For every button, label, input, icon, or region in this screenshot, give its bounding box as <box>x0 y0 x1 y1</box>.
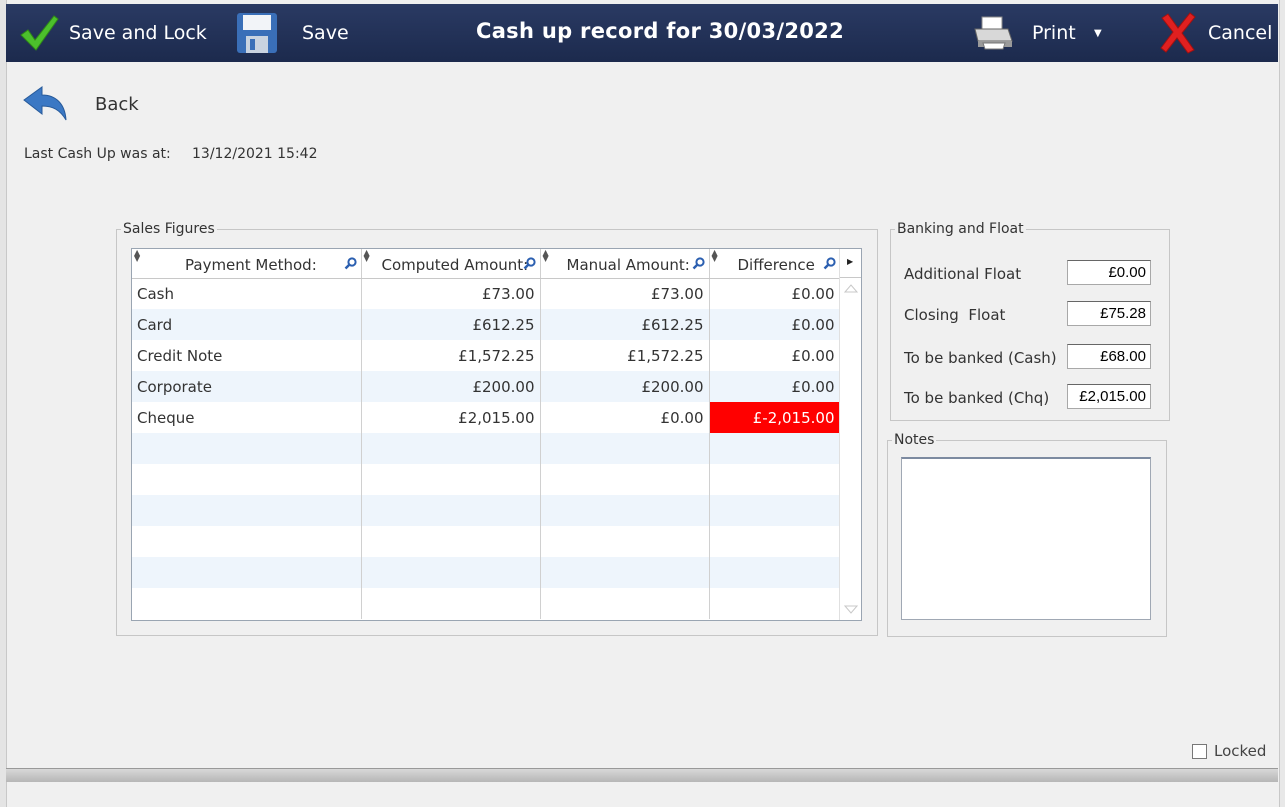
print-dropdown-button[interactable]: ▼ <box>1094 4 1102 62</box>
sales-header-row: ▲ ▼ Payment Method: ▲ ▼ Computed Amount: ▲… <box>132 249 841 279</box>
floppy-disk-icon <box>237 13 277 53</box>
difference-cell[interactable]: £0.00 <box>709 371 841 402</box>
table-row-empty[interactable] <box>132 433 841 464</box>
save-and-lock-button[interactable]: Save and Lock <box>18 4 207 62</box>
table-row-empty[interactable] <box>132 526 841 557</box>
save-and-lock-label: Save and Lock <box>69 22 207 44</box>
closing-float-field[interactable] <box>1067 301 1151 326</box>
background-window-right-edge <box>1279 0 1285 807</box>
table-row[interactable]: Corporate £200.00 £200.00 £0.00 <box>132 371 841 402</box>
chevron-right-icon: ▶ <box>847 257 854 266</box>
scroll-down-icon[interactable] <box>844 605 858 614</box>
sort-icon[interactable]: ▲ ▼ <box>543 249 549 263</box>
table-row-empty[interactable] <box>132 464 841 495</box>
manual-amount-cell[interactable]: £0.00 <box>540 402 710 433</box>
locked-checkbox[interactable]: Locked <box>1192 742 1266 760</box>
payment-method-cell[interactable]: Card <box>132 309 362 340</box>
table-row-empty[interactable] <box>132 557 841 588</box>
payment-method-cell[interactable]: Cash <box>132 278 362 309</box>
manual-amount-cell[interactable]: £1,572.25 <box>540 340 710 371</box>
sort-icon[interactable]: ▲ ▼ <box>364 249 370 263</box>
sales-grid[interactable]: ▲ ▼ Payment Method: ▲ ▼ Computed Amount: ▲… <box>131 248 862 621</box>
payment-method-cell[interactable]: Credit Note <box>132 340 362 371</box>
column-header-payment-method[interactable]: ▲ ▼ Payment Method: <box>132 249 362 279</box>
payment-method-cell[interactable]: Cheque <box>132 402 362 433</box>
notes-legend: Notes <box>894 432 935 448</box>
table-row[interactable]: Card £612.25 £612.25 £0.00 <box>132 309 841 340</box>
back-arrow-icon[interactable] <box>22 86 68 122</box>
bottom-splitter <box>6 768 1278 782</box>
banked-cheque-label: To be banked (Chq) <box>904 389 1050 407</box>
table-row[interactable]: Credit Note £1,572.25 £1,572.25 £0.00 <box>132 340 841 371</box>
difference-cell-highlighted[interactable]: £-2,015.00 <box>709 402 841 433</box>
computed-amount-cell[interactable]: £73.00 <box>361 278 541 309</box>
table-row[interactable]: Cheque £2,015.00 £0.00 £-2,015.00 <box>132 402 841 433</box>
search-icon[interactable] <box>692 257 705 270</box>
sort-icon[interactable]: ▲ ▼ <box>712 249 718 263</box>
computed-amount-cell[interactable]: £612.25 <box>361 309 541 340</box>
manual-amount-cell[interactable]: £612.25 <box>540 309 710 340</box>
page-title: Cash up record for 30/03/2022 <box>476 19 844 43</box>
locked-label: Locked <box>1214 742 1267 760</box>
difference-cell[interactable]: £0.00 <box>709 278 841 309</box>
table-row-empty[interactable] <box>132 495 841 526</box>
back-button[interactable]: Back <box>95 94 139 115</box>
search-icon[interactable] <box>823 257 836 270</box>
column-header-computed-amount[interactable]: ▲ ▼ Computed Amount: <box>361 249 541 279</box>
toolbar: Save and Lock Save Cash up record for 30… <box>6 4 1278 62</box>
manual-amount-cell[interactable]: £200.00 <box>540 371 710 402</box>
computed-amount-cell[interactable]: £200.00 <box>361 371 541 402</box>
scroll-up-icon[interactable] <box>844 284 858 293</box>
manual-amount-cell[interactable]: £73.00 <box>540 278 710 309</box>
banked-cash-field[interactable] <box>1067 344 1151 369</box>
checkmark-icon <box>20 15 59 51</box>
last-cashup-value: 13/12/2021 15:42 <box>192 146 318 162</box>
chevron-down-icon: ▼ <box>1094 27 1102 39</box>
banked-cash-label: To be banked (Cash) <box>904 349 1057 367</box>
printer-icon <box>974 16 1013 50</box>
table-row[interactable]: Cash £73.00 £73.00 £0.00 <box>132 278 841 309</box>
print-label: Print <box>1032 22 1076 44</box>
banking-float-legend: Banking and Float <box>897 221 1024 237</box>
last-cashup-label: Last Cash Up was at: <box>24 146 171 162</box>
sort-icon[interactable]: ▲ ▼ <box>134 249 140 263</box>
sales-figures-legend: Sales Figures <box>123 221 215 237</box>
payment-method-cell[interactable]: Corporate <box>132 371 362 402</box>
difference-cell[interactable]: £0.00 <box>709 309 841 340</box>
notes-textarea[interactable] <box>901 457 1151 620</box>
checkbox-box[interactable] <box>1192 743 1207 759</box>
search-icon[interactable] <box>344 257 357 270</box>
difference-cell[interactable]: £0.00 <box>709 340 841 371</box>
vertical-scrollbar[interactable]: ▶ <box>839 249 861 620</box>
background-window-edge <box>0 0 7 807</box>
cancel-label: Cancel <box>1208 22 1273 44</box>
search-icon[interactable] <box>523 257 536 270</box>
additional-float-field[interactable] <box>1067 260 1151 285</box>
table-row-empty[interactable] <box>132 588 841 619</box>
banked-cheque-field[interactable] <box>1067 384 1151 409</box>
closing-float-label: Closing Float <box>904 306 1006 324</box>
print-button[interactable]: Print <box>972 4 1076 62</box>
cancel-button[interactable]: Cancel <box>1158 4 1272 62</box>
computed-amount-cell[interactable]: £2,015.00 <box>361 402 541 433</box>
column-header-difference[interactable]: ▲ ▼ Difference <box>709 249 841 279</box>
close-icon <box>1160 12 1196 54</box>
computed-amount-cell[interactable]: £1,572.25 <box>361 340 541 371</box>
sales-table: ▲ ▼ Payment Method: ▲ ▼ Computed Amount: ▲… <box>132 249 841 619</box>
column-header-manual-amount[interactable]: ▲ ▼ Manual Amount: <box>540 249 710 279</box>
save-button[interactable]: Save <box>236 4 349 62</box>
additional-float-label: Additional Float <box>904 265 1022 283</box>
column-chooser-button[interactable]: ▶ <box>840 249 861 278</box>
save-label: Save <box>302 22 349 44</box>
